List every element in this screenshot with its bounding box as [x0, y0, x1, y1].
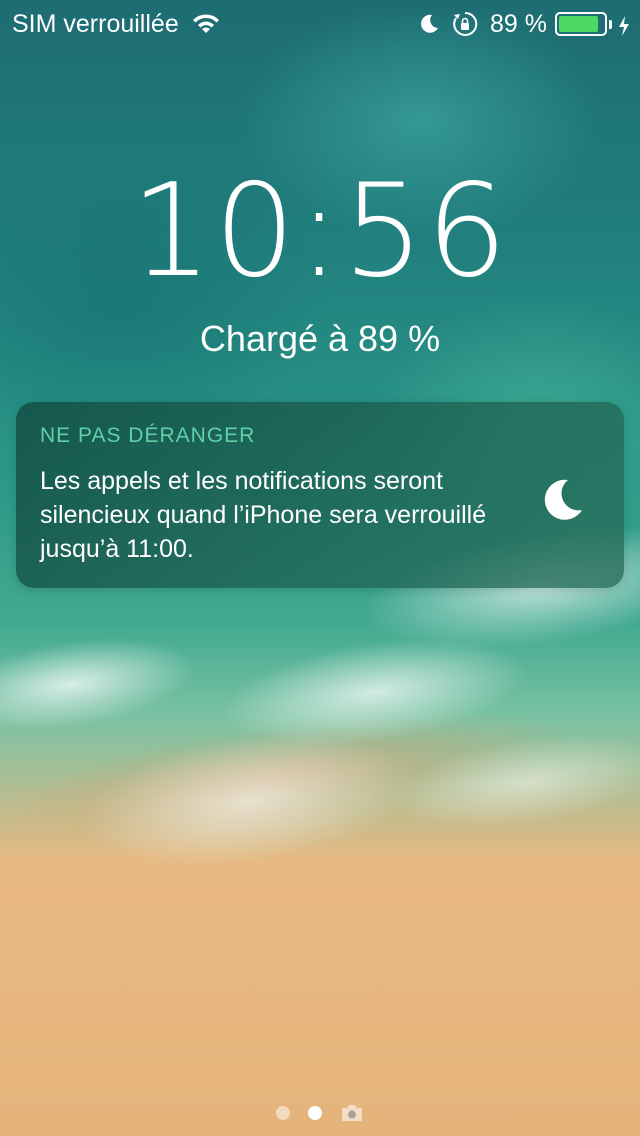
status-right: 89 % [418, 10, 640, 39]
battery-percent: 89 % [490, 9, 547, 38]
carrier-label: SIM verrouillée [12, 9, 179, 38]
lock-clock: 10:56 [130, 157, 510, 306]
status-bar: SIM verrouillée 89 % [0, 0, 640, 48]
charging-bolt-icon [618, 14, 630, 36]
dnd-title: NE PAS DÉRANGER [40, 424, 256, 447]
battery-cap [609, 19, 612, 29]
camera-icon[interactable] [340, 1104, 364, 1122]
dnd-notification[interactable]: NE PAS DÉRANGER Les appels et les notifi… [16, 402, 624, 588]
battery-icon [555, 12, 607, 36]
moon-icon [538, 476, 586, 524]
status-left: SIM verrouillée [0, 10, 221, 39]
charge-status: Chargé à 89 % [199, 318, 441, 359]
dnd-body: Les appels et les notifications seront s… [40, 467, 487, 563]
page-dot-active[interactable] [308, 1106, 322, 1120]
moon-icon [418, 13, 440, 35]
page-dot[interactable] [276, 1106, 290, 1120]
page-indicator [0, 1104, 640, 1122]
wifi-icon [191, 13, 221, 35]
rotation-lock-icon [452, 11, 478, 37]
battery-fill [559, 16, 598, 32]
